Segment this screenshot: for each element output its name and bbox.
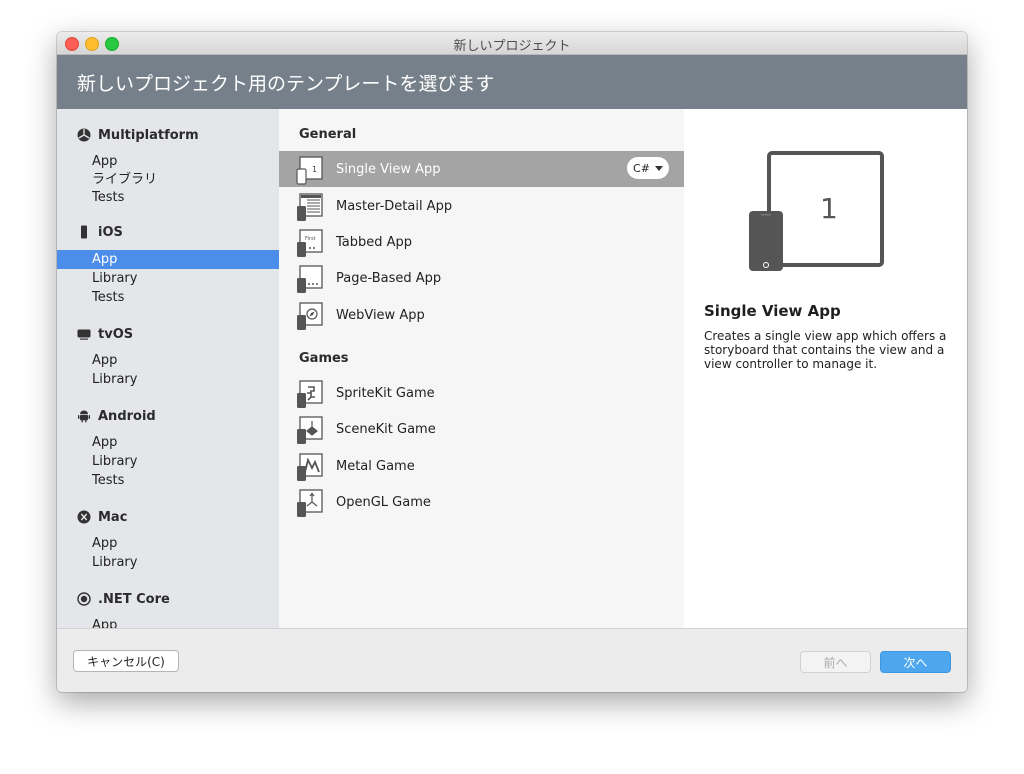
template-opengl-game[interactable]: OpenGL Game xyxy=(279,484,684,520)
title-bar[interactable]: 新しいプロジェクト xyxy=(57,32,967,55)
master-detail-app-icon xyxy=(297,193,323,221)
svg-text:1: 1 xyxy=(312,165,317,174)
template-page-based-app[interactable]: Page-Based App xyxy=(279,260,684,296)
dotnet-icon xyxy=(77,592,91,606)
sidebar-item-tvos-app[interactable]: App xyxy=(57,351,279,370)
template-label: SceneKit Game xyxy=(336,421,436,437)
sidebar-item-mac-library[interactable]: Library xyxy=(57,553,279,572)
template-label: Master-Detail App xyxy=(336,198,453,214)
svg-text:1: 1 xyxy=(820,192,838,225)
preview-title: Single View App xyxy=(704,302,841,320)
tabbed-app-icon: First xyxy=(297,229,323,257)
template-label: Page-Based App xyxy=(336,270,442,286)
svg-text:First: First xyxy=(305,236,316,242)
iphone-icon xyxy=(81,225,87,239)
new-project-dialog: 新しいプロジェクト 新しいプロジェクト用のテンプレートを選びます Multipl… xyxy=(57,32,967,692)
sidebar-item-tvos-library[interactable]: Library xyxy=(57,370,279,389)
sidebar-item-ios-app[interactable]: App xyxy=(57,250,279,269)
category-label: tvOS xyxy=(98,326,134,342)
metal-game-icon xyxy=(297,453,323,481)
section-heading-games: Games xyxy=(299,351,349,366)
multiplatform-icon xyxy=(77,128,91,142)
android-icon xyxy=(78,410,90,423)
template-list: General 1 Single View App C# Master-Deta… xyxy=(279,109,684,628)
template-label: SpriteKit Game xyxy=(336,385,435,401)
sidebar-item-android-app[interactable]: App xyxy=(57,433,279,452)
single-view-app-icon: 1 xyxy=(296,156,323,185)
tv-icon xyxy=(77,329,91,340)
scenekit-game-icon xyxy=(297,416,323,444)
language-dropdown[interactable]: C# xyxy=(627,157,669,179)
template-label: Tabbed App xyxy=(336,234,413,250)
sidebar-item-dotnet-app[interactable]: App xyxy=(57,616,279,628)
template-metal-game[interactable]: Metal Game xyxy=(279,448,684,484)
template-scenekit-game[interactable]: SceneKit Game xyxy=(279,411,684,447)
template-tabbed-app[interactable]: First Tabbed App xyxy=(279,224,684,260)
sidebar-item-multiplatform-tests[interactable]: Tests xyxy=(57,188,279,207)
chevron-down-icon xyxy=(654,165,663,171)
category-ios: iOS xyxy=(77,222,123,242)
category-label: Mac xyxy=(98,509,128,525)
category-sidebar: Multiplatform App ライブラリ Tests iOS App Li… xyxy=(57,109,279,628)
mac-icon xyxy=(77,510,91,524)
cancel-button[interactable]: キャンセル(C) xyxy=(73,650,179,672)
category-mac: Mac xyxy=(77,507,127,527)
category-multiplatform: Multiplatform xyxy=(77,125,199,145)
webview-app-icon xyxy=(297,302,323,330)
template-spritekit-game[interactable]: SpriteKit Game xyxy=(279,375,684,411)
sidebar-item-ios-tests[interactable]: Tests xyxy=(57,288,279,307)
opengl-game-icon xyxy=(297,489,323,517)
template-label: OpenGL Game xyxy=(336,494,431,510)
dialog-footer: キャンセル(C) 前へ 次へ xyxy=(57,628,967,692)
sidebar-item-multiplatform-library[interactable]: ライブラリ xyxy=(57,170,279,189)
template-label: Metal Game xyxy=(336,458,415,474)
sidebar-item-android-library[interactable]: Library xyxy=(57,452,279,471)
dialog-header: 新しいプロジェクト用のテンプレートを選びます xyxy=(57,55,967,109)
previous-button[interactable]: 前へ xyxy=(800,651,871,673)
sidebar-item-ios-library[interactable]: Library xyxy=(57,269,279,288)
sidebar-item-multiplatform-app[interactable]: App xyxy=(57,152,279,171)
category-label: .NET Core xyxy=(98,591,170,607)
category-label: iOS xyxy=(98,224,123,240)
template-preview: 1 Single View App Creates a single view … xyxy=(684,109,967,628)
window-title: 新しいプロジェクト xyxy=(453,39,571,54)
language-value: C# xyxy=(633,161,650,175)
template-master-detail-app[interactable]: Master-Detail App xyxy=(279,188,684,224)
single-view-app-preview-icon: 1 xyxy=(749,151,884,271)
category-android: Android xyxy=(77,406,156,426)
category-dotnet-core: .NET Core xyxy=(77,589,170,609)
section-heading-general: General xyxy=(299,127,357,142)
sidebar-item-android-tests[interactable]: Tests xyxy=(57,471,279,490)
header-title: 新しいプロジェクト用のテンプレートを選びます xyxy=(77,73,495,95)
category-tvos: tvOS xyxy=(77,324,133,344)
template-label: Single View App xyxy=(336,161,441,177)
category-label: Multiplatform xyxy=(98,127,199,143)
category-label: Android xyxy=(98,408,156,424)
next-button[interactable]: 次へ xyxy=(880,651,951,673)
preview-description: Creates a single view app which offers a… xyxy=(704,329,947,371)
template-webview-app[interactable]: WebView App xyxy=(279,297,684,333)
page-based-app-icon xyxy=(297,265,323,293)
sidebar-item-mac-app[interactable]: App xyxy=(57,534,279,553)
spritekit-game-icon xyxy=(297,380,323,408)
template-single-view-app[interactable]: 1 Single View App C# xyxy=(279,151,684,187)
template-label: WebView App xyxy=(336,307,425,323)
